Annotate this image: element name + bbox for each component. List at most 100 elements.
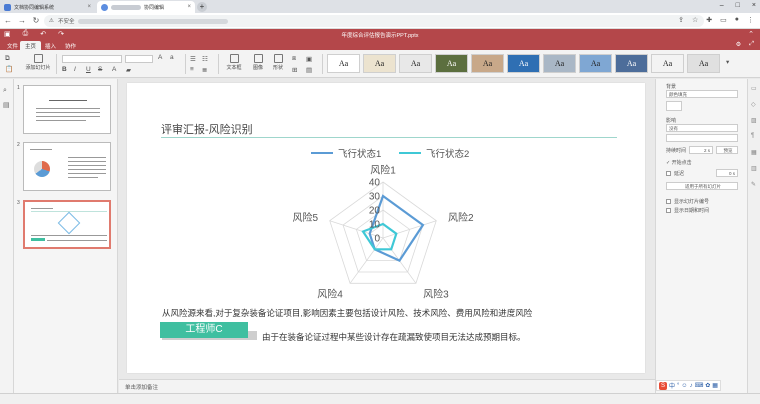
font-grow-icon[interactable]: A <box>158 54 162 61</box>
duration-input[interactable]: 2 s <box>689 146 713 154</box>
font-color-icon[interactable]: A <box>112 66 116 73</box>
align-objects-icon[interactable]: ⊞ <box>292 66 297 74</box>
forward-icon[interactable]: → <box>18 16 26 25</box>
ime-keyboard-icon[interactable]: ⌨ <box>695 382 704 389</box>
textbox-button[interactable]: 文本框 <box>222 54 246 71</box>
show-slide-number-label: 显示幻灯片编号 <box>674 199 710 205</box>
strikethrough-icon[interactable]: S <box>98 66 102 73</box>
underline-icon[interactable]: U <box>86 66 91 73</box>
theme-option-6[interactable]: Aa <box>507 54 540 73</box>
fill-type-select[interactable]: 颜色填充 <box>666 90 738 98</box>
font-size-select[interactable] <box>125 55 153 63</box>
paragraph-line-2[interactable]: 由于在装备论证过程中某些设计存在疏漏致使项目无法达成预期目标。 <box>262 331 526 343</box>
shape-button[interactable]: 形状 <box>268 54 288 71</box>
theme-option-9[interactable]: Aa <box>615 54 648 73</box>
minimize-icon[interactable]: – <box>720 2 724 9</box>
url-input[interactable]: ⚠ 不安全 <box>44 15 704 27</box>
tab-home[interactable]: 主页 <box>20 41 42 50</box>
maximize-icon[interactable]: □ <box>736 2 740 9</box>
theme-option-5[interactable]: Aa <box>471 54 504 73</box>
arrange-icon[interactable]: ⧈ <box>292 55 296 63</box>
transition-select[interactable]: 没有 <box>666 124 738 132</box>
ime-punct-icon[interactable]: ° <box>677 383 679 389</box>
checkbox-box <box>666 208 671 214</box>
ribbon-separator <box>322 54 323 74</box>
align-center-icon[interactable]: ≣ <box>202 66 207 74</box>
collapse-icon[interactable]: ⌃ <box>748 30 754 38</box>
new-tab-button[interactable]: + <box>197 2 207 12</box>
theme-option-8[interactable]: Aa <box>579 54 612 73</box>
start-on-click-checkbox[interactable]: ✓ 开始点击 <box>666 159 692 166</box>
group-icon[interactable]: ▣ <box>306 55 312 63</box>
ime-emoji-icon[interactable]: ☺ <box>681 383 687 389</box>
bold-icon[interactable]: B <box>62 66 67 73</box>
ime-mic-icon[interactable]: ♪ <box>690 383 693 389</box>
table-settings-icon[interactable]: ▦ <box>751 149 757 156</box>
notes-field[interactable]: 单击添加备注 <box>119 379 655 393</box>
picture-button[interactable]: 图像 <box>248 54 268 71</box>
themes-more-icon[interactable]: ▾ <box>726 58 729 66</box>
chart-settings-icon[interactable]: ▥ <box>751 165 757 172</box>
menu-dots-icon[interactable]: ⋮ <box>747 16 754 24</box>
show-slide-number-checkbox[interactable]: 显示幻灯片编号 <box>666 198 709 205</box>
font-shrink-icon[interactable]: a <box>170 54 174 61</box>
highlight-icon[interactable]: ▰ <box>126 66 131 74</box>
theme-option-3[interactable]: Aa <box>399 54 432 73</box>
paste-icon[interactable]: 📋 <box>5 65 13 73</box>
paragraph-settings-icon[interactable]: ¶ <box>751 133 754 139</box>
format-icon[interactable]: ▤ <box>306 66 312 74</box>
sidebar-icon[interactable]: ▭ <box>720 16 727 24</box>
add-slide-button[interactable]: 添加幻灯片 <box>24 54 52 71</box>
search-icon[interactable]: ⌕ <box>3 87 7 95</box>
theme-option-10[interactable]: Aa <box>651 54 684 73</box>
align-left-icon[interactable]: ≡ <box>190 66 194 73</box>
expand-icon[interactable]: ⤢ <box>749 41 754 48</box>
italic-icon[interactable]: I <box>74 66 76 73</box>
tab-collaborate[interactable]: 协作 <box>60 41 81 50</box>
ime-chinese-icon[interactable]: 中 <box>669 381 675 390</box>
slide-canvas[interactable]: 评审汇报-风险识别 飞行状态1 飞行状态2 0 10 20 30 40 风险1 风险2 风险3… <box>127 83 645 373</box>
theme-option-4[interactable]: Aa <box>435 54 468 73</box>
radar-category-label: 风险1 <box>370 164 396 177</box>
back-icon[interactable]: ← <box>4 16 12 25</box>
share-icon[interactable]: ⇪ <box>678 16 684 24</box>
browser-tab-editor[interactable]: 协同编辑 × <box>97 1 195 13</box>
shape-settings-icon[interactable]: ◇ <box>751 101 756 108</box>
sogou-icon[interactable]: S <box>659 381 667 390</box>
copy-icon[interactable]: ⧉ <box>5 55 10 63</box>
settings-icon[interactable]: ⚙ <box>736 41 741 48</box>
star-icon[interactable]: ☆ <box>692 16 698 24</box>
extensions-icon[interactable]: ✚ <box>706 16 712 24</box>
font-family-select[interactable] <box>62 55 122 63</box>
delay-input[interactable]: 0 s <box>716 169 738 177</box>
ime-skin-icon[interactable]: ✿ <box>705 382 710 389</box>
preview-button[interactable]: 预览 <box>716 146 738 154</box>
close-tab-icon[interactable]: × <box>187 4 191 10</box>
browser-tab-docs[interactable]: 文档协同编辑系统 × <box>0 1 95 13</box>
background-color-picker[interactable] <box>666 101 682 111</box>
paragraph-line-1[interactable]: 从风险源来看,对于复杂装备论证项目,影响因素主要包括设计风险、技术风险、费用风险… <box>162 307 532 319</box>
theme-option-1[interactable]: Aa <box>327 54 360 73</box>
close-window-icon[interactable]: × <box>752 2 756 9</box>
profile-icon[interactable]: ● <box>735 16 739 24</box>
slide-settings-icon[interactable]: ▭ <box>751 85 757 92</box>
transition-option-select[interactable] <box>666 134 738 142</box>
slide-thumbnail-3[interactable] <box>23 200 111 249</box>
apply-all-button[interactable]: 适用于所有幻灯片 <box>666 182 738 190</box>
theme-option-7[interactable]: Aa <box>543 54 576 73</box>
ime-grid-icon[interactable]: ▦ <box>712 382 718 389</box>
image-settings-icon[interactable]: ▨ <box>751 117 757 124</box>
signature-icon[interactable]: ✎ <box>751 181 756 188</box>
bullets-icon[interactable]: ☰ <box>190 55 196 63</box>
reload-icon[interactable]: ↻ <box>32 16 40 25</box>
slide-thumbnail-1[interactable] <box>23 85 111 134</box>
slide-thumbnail-2[interactable] <box>23 142 111 191</box>
delay-checkbox[interactable]: 延迟 <box>666 170 684 177</box>
slides-panel-icon[interactable]: ▤ <box>3 101 10 109</box>
show-date-time-checkbox[interactable]: 显示日期和时间 <box>666 207 709 214</box>
numbering-icon[interactable]: ☷ <box>202 55 208 63</box>
tab-insert[interactable]: 插入 <box>40 41 61 50</box>
theme-option-2[interactable]: Aa <box>363 54 396 73</box>
close-tab-icon[interactable]: × <box>87 4 91 10</box>
theme-option-11[interactable]: Aa <box>687 54 720 73</box>
